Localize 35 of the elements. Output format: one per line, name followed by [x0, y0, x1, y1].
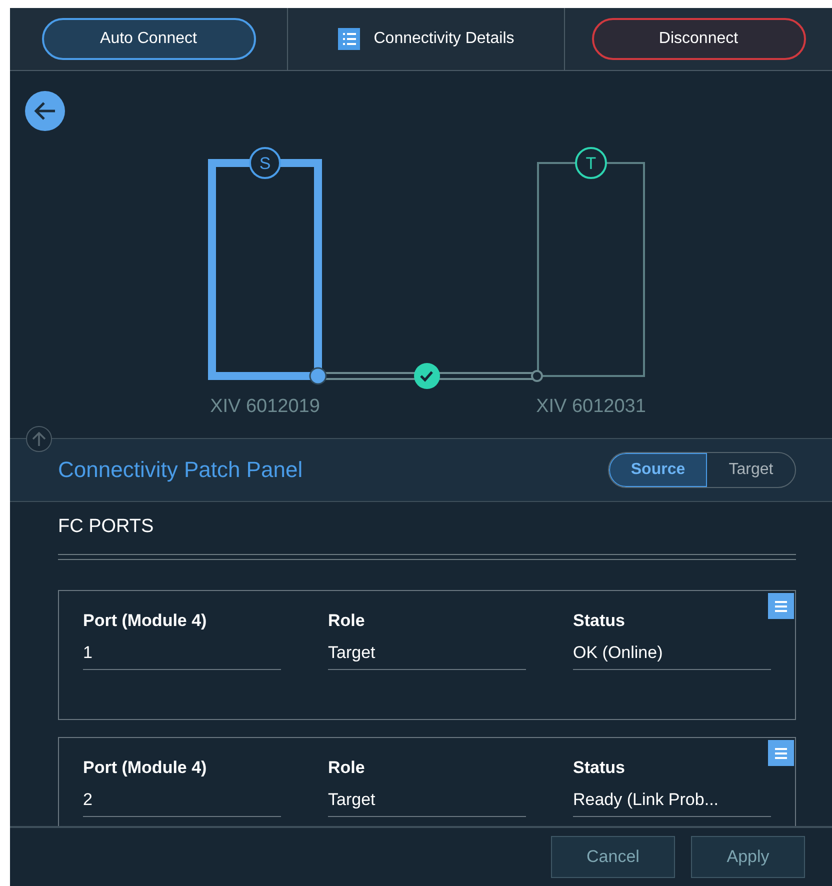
device-label: XIV 6012031 [536, 396, 646, 417]
target-port-dot [531, 370, 543, 382]
field-label: Status [573, 611, 626, 631]
collapse-button[interactable] [26, 426, 52, 452]
field-value: Target [328, 643, 526, 670]
target-badge: T [575, 147, 607, 179]
field-label: Role [328, 758, 366, 778]
source-badge: S [249, 147, 281, 179]
back-button[interactable] [25, 91, 65, 131]
field-label: Status [573, 758, 626, 778]
list-icon [338, 28, 360, 50]
source-port-dot [309, 367, 327, 385]
source-device[interactable] [208, 159, 322, 380]
toggle-option[interactable]: Source [609, 453, 707, 487]
toggle-option[interactable]: Target [707, 453, 795, 487]
field-label: Role [328, 611, 366, 631]
menu-button[interactable] [768, 593, 794, 619]
up-arrow-icon [32, 431, 46, 447]
connect-button[interactable]: Auto Connect [42, 18, 256, 60]
field-value: Target [328, 790, 526, 817]
menu-icon [775, 600, 787, 612]
field-value: Ready (Link Prob... [573, 790, 771, 817]
field-label: Port (Module 4) [83, 611, 208, 631]
device-label: XIV 6012019 [210, 396, 320, 417]
panel-title: Connectivity Patch Panel [58, 457, 303, 483]
details-button[interactable]: Connectivity Details [338, 28, 514, 50]
field-value: 1 [83, 643, 281, 670]
back-arrow-icon [33, 101, 57, 121]
section-title: FC PORTS [58, 516, 155, 538]
field-value: OK (Online) [573, 643, 771, 670]
field-value: 2 [83, 790, 281, 817]
menu-icon [775, 748, 787, 758]
menu-button[interactable] [768, 740, 794, 766]
disconnect-button[interactable]: Disconnect [592, 18, 806, 60]
field-label: Port (Module 4) [83, 758, 208, 778]
